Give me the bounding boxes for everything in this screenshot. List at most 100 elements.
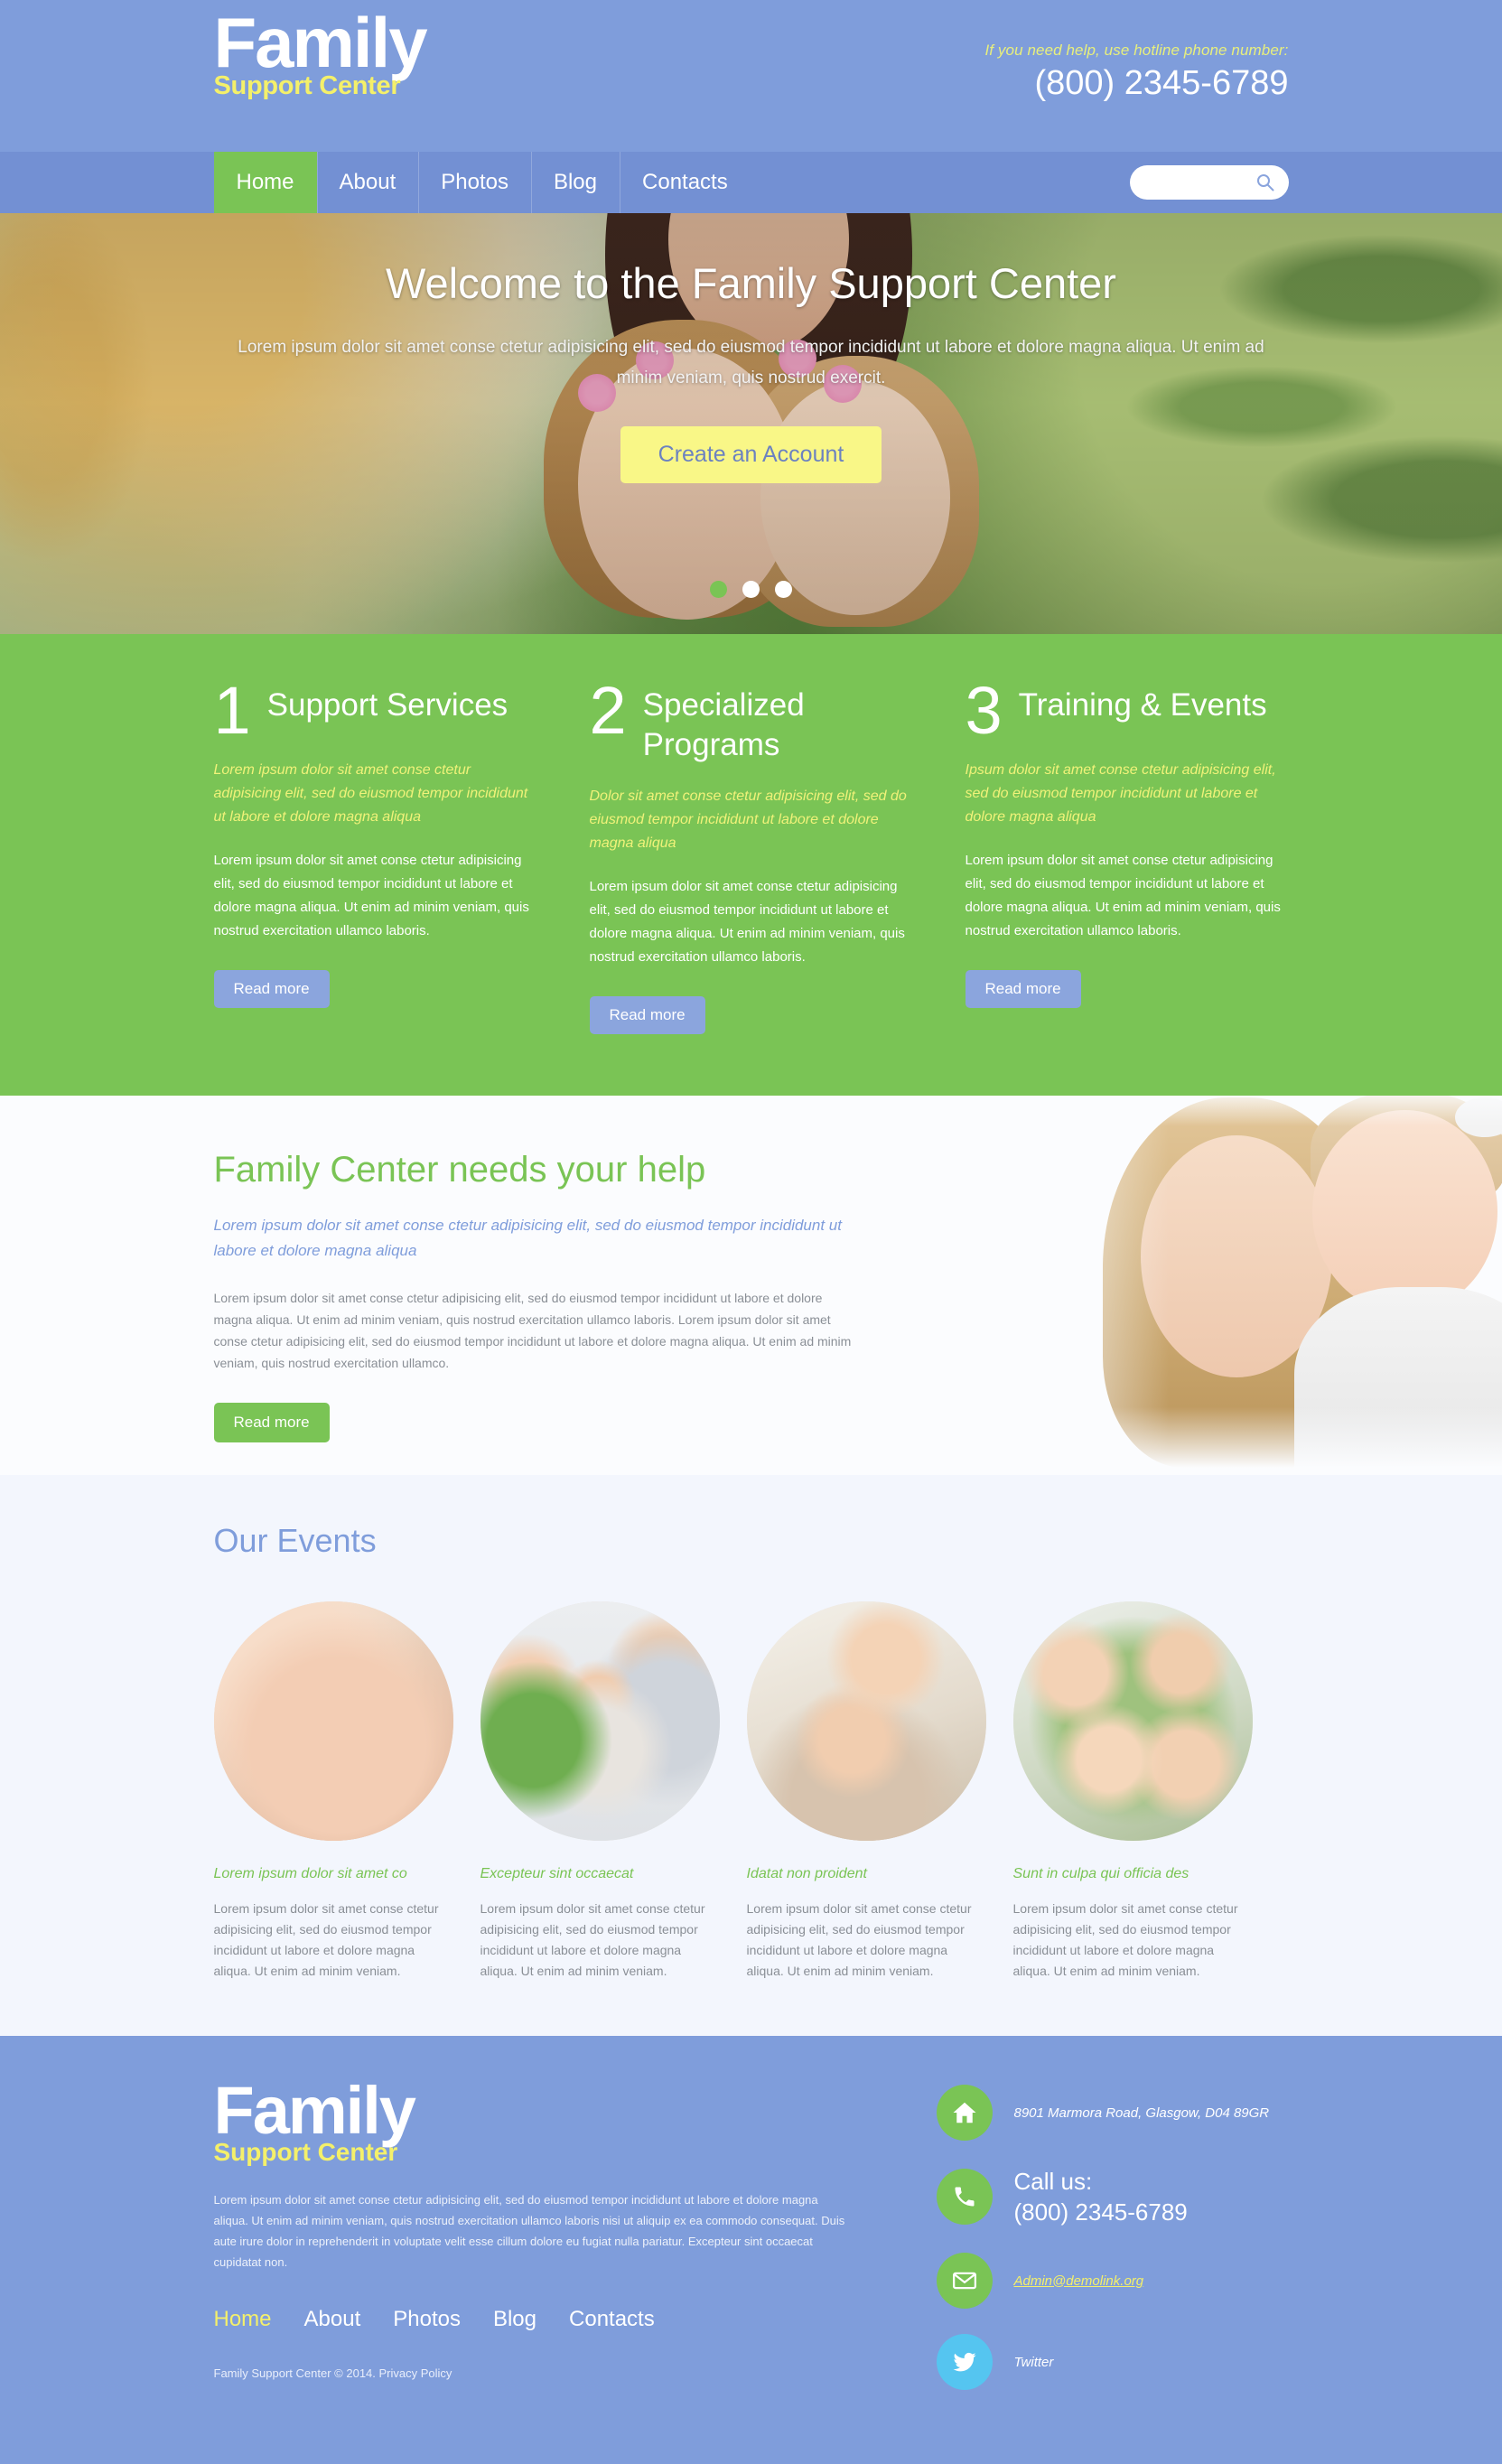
needs-help-section: Family Center needs your help Lorem ipsu… bbox=[0, 1096, 1502, 1475]
copyright-text: Family Support Center © 2014. Privacy Po… bbox=[213, 2366, 452, 2380]
nav-item-contacts[interactable]: Contacts bbox=[620, 152, 751, 213]
footer-nav-link-contacts[interactable]: Contacts bbox=[569, 2307, 655, 2331]
feature-lead: Dolor sit amet conse ctetur adipisicing … bbox=[589, 789, 907, 851]
contact-address: 8901 Marmora Road, Glasgow, D04 89GR bbox=[1013, 2105, 1270, 2121]
event-caption[interactable]: Sunt in culpa qui officia des bbox=[1013, 1866, 1253, 1882]
contact-twitter[interactable]: Twitter bbox=[1014, 2355, 1054, 2370]
envelope-icon bbox=[936, 2253, 993, 2309]
contact-phone-block: Call us: (800) 2345-6789 bbox=[1014, 2166, 1188, 2227]
footer-navigation: Home About Photos Blog Contacts bbox=[214, 2307, 873, 2332]
logo-main-text: Family bbox=[213, 3, 428, 82]
nav-link-contacts[interactable]: Contacts bbox=[620, 152, 751, 213]
needs-help-text: Family Center needs your help Lorem ipsu… bbox=[213, 1148, 855, 1442]
feature-read-more-button[interactable]: Read more bbox=[213, 970, 330, 1008]
footer-logo-sub-text: Support Center bbox=[213, 2138, 398, 2166]
feature-header: 2 Specialized Programs bbox=[589, 673, 913, 765]
feature-card-3: 3 Training & Events Ipsum dolor sit amet… bbox=[965, 677, 1289, 1034]
event-thumbnail[interactable] bbox=[480, 1601, 720, 1841]
nav-item-photos[interactable]: Photos bbox=[418, 152, 531, 213]
hero-slider: Welcome to the Family Support Center Lor… bbox=[0, 213, 1502, 634]
events-grid: Lorem ipsum dolor sit amet co Lorem ipsu… bbox=[213, 1601, 1289, 1982]
footer-logo[interactable]: Family Support Center bbox=[214, 2077, 873, 2166]
nav-link-blog[interactable]: Blog bbox=[531, 152, 620, 213]
twitter-icon[interactable] bbox=[936, 2334, 993, 2390]
feature-body: Lorem ipsum dolor sit amet conse ctetur … bbox=[589, 879, 905, 965]
event-card[interactable]: Idatat non proident Lorem ipsum dolor si… bbox=[746, 1601, 986, 1982]
needs-help-lead: Lorem ipsum dolor sit amet conse ctetur … bbox=[213, 1217, 842, 1259]
footer-nav-item-about[interactable]: About bbox=[304, 2307, 361, 2332]
search-box[interactable] bbox=[1129, 165, 1289, 200]
nav-item-about[interactable]: About bbox=[316, 152, 419, 213]
nav-item-blog[interactable]: Blog bbox=[530, 152, 620, 213]
hotline-note: If you need help, use hotline phone numb… bbox=[984, 42, 1289, 59]
site-logo[interactable]: Family Support Center bbox=[213, 3, 428, 99]
search-input[interactable] bbox=[1129, 165, 1247, 200]
contact-phone: (800) 2345-6789 bbox=[1013, 2198, 1188, 2226]
footer-logo-main-text: Family bbox=[213, 2073, 416, 2148]
event-card[interactable]: Lorem ipsum dolor sit amet co Lorem ipsu… bbox=[213, 1601, 453, 1982]
footer-nav-link-photos[interactable]: Photos bbox=[393, 2307, 461, 2331]
nav-link-about[interactable]: About bbox=[317, 152, 419, 213]
event-thumbnail[interactable] bbox=[213, 1601, 453, 1841]
feature-title: Support Services bbox=[266, 687, 508, 723]
home-icon bbox=[936, 2085, 993, 2141]
contact-row-twitter: Twitter bbox=[936, 2334, 1289, 2390]
events-title: Our Events bbox=[213, 1522, 377, 1559]
footer-left-column: Family Support Center Lorem ipsum dolor … bbox=[214, 2077, 873, 2415]
site-header: Family Support Center If you need help, … bbox=[0, 0, 1502, 152]
feature-number: 2 bbox=[589, 673, 627, 748]
feature-read-more-button[interactable]: Read more bbox=[965, 970, 1081, 1008]
feature-header: 1 Support Services bbox=[213, 673, 537, 748]
event-thumbnail[interactable] bbox=[746, 1601, 986, 1841]
event-card[interactable]: Sunt in culpa qui officia des Lorem ipsu… bbox=[1012, 1601, 1253, 1982]
footer-nav-link-home[interactable]: Home bbox=[214, 2307, 272, 2331]
contact-row-email: Admin@demolink.org bbox=[936, 2253, 1289, 2309]
nav-list: Home About Photos Blog Contacts bbox=[213, 152, 1289, 213]
feature-header: 3 Training & Events bbox=[966, 677, 1289, 744]
features-section: 1 Support Services Lorem ipsum dolor sit… bbox=[0, 634, 1502, 1096]
footer-nav-item-home[interactable]: Home bbox=[214, 2307, 272, 2332]
footer-description: Lorem ipsum dolor sit amet conse ctetur … bbox=[213, 2193, 845, 2269]
footer-contacts-column: 8901 Marmora Road, Glasgow, D04 89GR Cal… bbox=[873, 2077, 1289, 2415]
feature-read-more-button[interactable]: Read more bbox=[589, 996, 705, 1034]
nav-item-home[interactable]: Home bbox=[213, 152, 317, 213]
event-body: Lorem ipsum dolor sit amet conse ctetur … bbox=[480, 1901, 705, 1978]
footer-nav-item-blog[interactable]: Blog bbox=[493, 2307, 536, 2332]
hero-subtitle: Lorem ipsum dolor sit amet conse ctetur … bbox=[238, 338, 1264, 387]
event-caption[interactable]: Idatat non proident bbox=[747, 1866, 986, 1882]
slider-dot-1[interactable] bbox=[710, 581, 727, 598]
feature-card-2: 2 Specialized Programs Dolor sit amet co… bbox=[589, 673, 913, 1034]
phone-icon bbox=[936, 2169, 993, 2225]
page-root: Family Support Center If you need help, … bbox=[0, 0, 1502, 2464]
hero-content: Welcome to the Family Support Center Lor… bbox=[0, 258, 1502, 483]
events-section: Our Events Lorem ipsum dolor sit amet co… bbox=[0, 1475, 1502, 2036]
site-footer: Family Support Center Lorem ipsum dolor … bbox=[0, 2036, 1502, 2464]
slider-dot-2[interactable] bbox=[742, 581, 760, 598]
event-caption[interactable]: Excepteur sint occaecat bbox=[480, 1866, 720, 1882]
feature-number: 1 bbox=[213, 673, 251, 748]
hotline-block: If you need help, use hotline phone numb… bbox=[984, 42, 1288, 103]
event-thumbnail[interactable] bbox=[1012, 1601, 1253, 1841]
contact-email-link[interactable]: Admin@demolink.org bbox=[1014, 2273, 1144, 2289]
contact-email-wrap: Admin@demolink.org bbox=[1014, 2273, 1144, 2289]
nav-link-home[interactable]: Home bbox=[213, 152, 317, 213]
footer-nav-link-about[interactable]: About bbox=[304, 2307, 361, 2331]
feature-lead: Ipsum dolor sit amet conse ctetur adipis… bbox=[965, 762, 1276, 825]
footer-nav-item-contacts[interactable]: Contacts bbox=[569, 2307, 655, 2332]
contact-row-phone: Call us: (800) 2345-6789 bbox=[936, 2166, 1289, 2227]
nav-link-photos[interactable]: Photos bbox=[418, 152, 531, 213]
search-icon[interactable] bbox=[1256, 173, 1274, 191]
create-account-button[interactable]: Create an Account bbox=[620, 426, 882, 483]
call-us-label: Call us: bbox=[1013, 2168, 1093, 2195]
slider-dot-3[interactable] bbox=[775, 581, 792, 598]
event-card[interactable]: Excepteur sint occaecat Lorem ipsum dolo… bbox=[480, 1601, 720, 1982]
footer-nav-item-photos[interactable]: Photos bbox=[393, 2307, 461, 2332]
slider-dots bbox=[0, 581, 1502, 598]
needs-help-read-more-button[interactable]: Read more bbox=[213, 1403, 330, 1442]
needs-help-title: Family Center needs your help bbox=[213, 1150, 706, 1190]
event-caption[interactable]: Lorem ipsum dolor sit amet co bbox=[214, 1866, 453, 1882]
feature-title: Training & Events bbox=[1018, 687, 1267, 723]
contact-row-address: 8901 Marmora Road, Glasgow, D04 89GR bbox=[936, 2085, 1289, 2141]
footer-nav-link-blog[interactable]: Blog bbox=[493, 2307, 536, 2331]
feature-body: Lorem ipsum dolor sit amet conse ctetur … bbox=[965, 853, 1281, 938]
